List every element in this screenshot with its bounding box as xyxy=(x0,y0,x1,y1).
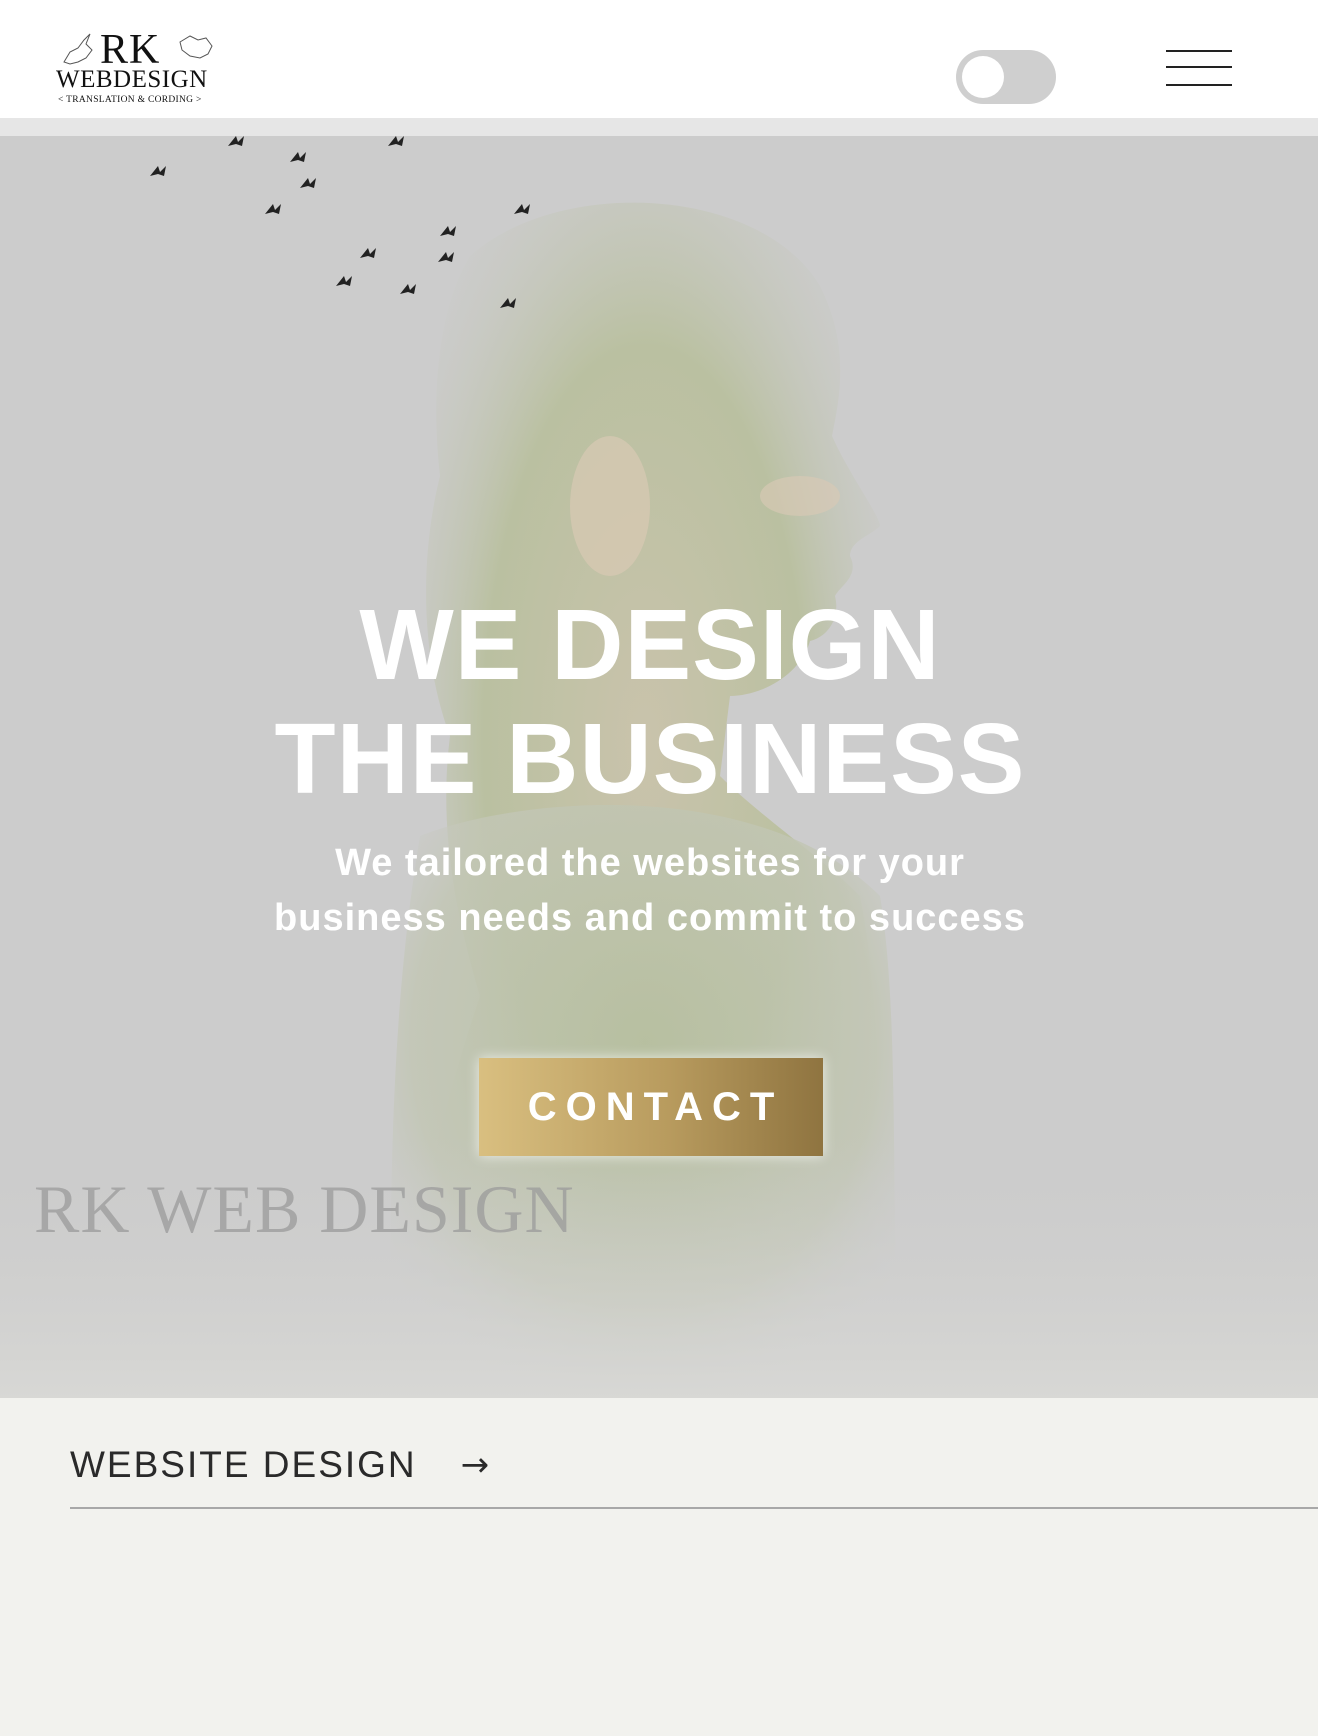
hero-title-line-2: THE BUSINESS xyxy=(274,703,1026,815)
toggle-knob xyxy=(962,56,1004,98)
menu-line xyxy=(1166,84,1232,86)
hero-subtitle: We tailored the websites for your busine… xyxy=(0,836,1300,946)
hero-title: WE DESIGN THE BUSINESS xyxy=(0,588,1300,816)
service-divider xyxy=(70,1507,1318,1509)
hero-subtitle-line-1: We tailored the websites for your xyxy=(335,842,965,884)
logo-tagline: < TRANSLATION & CORDING > xyxy=(58,95,202,105)
menu-line xyxy=(1166,50,1232,52)
hero-section: RK WEB DESIGN WE DESIGN THE BUSINESS We … xyxy=(0,136,1318,1398)
service-item-website-design[interactable]: WEBSITE DESIGN → xyxy=(70,1440,489,1490)
hamburger-menu-icon[interactable] xyxy=(1166,50,1232,88)
site-logo[interactable]: RK WEBDESIGN < TRANSLATION & CORDING > xyxy=(56,28,216,110)
menu-line xyxy=(1166,66,1232,68)
hero-title-line-1: WE DESIGN xyxy=(359,589,941,701)
site-header: RK WEBDESIGN < TRANSLATION & CORDING > xyxy=(0,0,1318,118)
hero-subtitle-line-2: business needs and commit to success xyxy=(274,897,1026,939)
arrow-right-icon: → xyxy=(460,1445,490,1485)
theme-toggle[interactable] xyxy=(956,50,1056,104)
logo-webdesign-text: WEBDESIGN xyxy=(56,66,208,93)
header-divider xyxy=(0,118,1318,136)
service-label: WEBSITE DESIGN xyxy=(70,1444,417,1485)
watermark-text: RK WEB DESIGN xyxy=(34,1171,575,1247)
contact-button[interactable]: CONTACT xyxy=(479,1058,823,1156)
